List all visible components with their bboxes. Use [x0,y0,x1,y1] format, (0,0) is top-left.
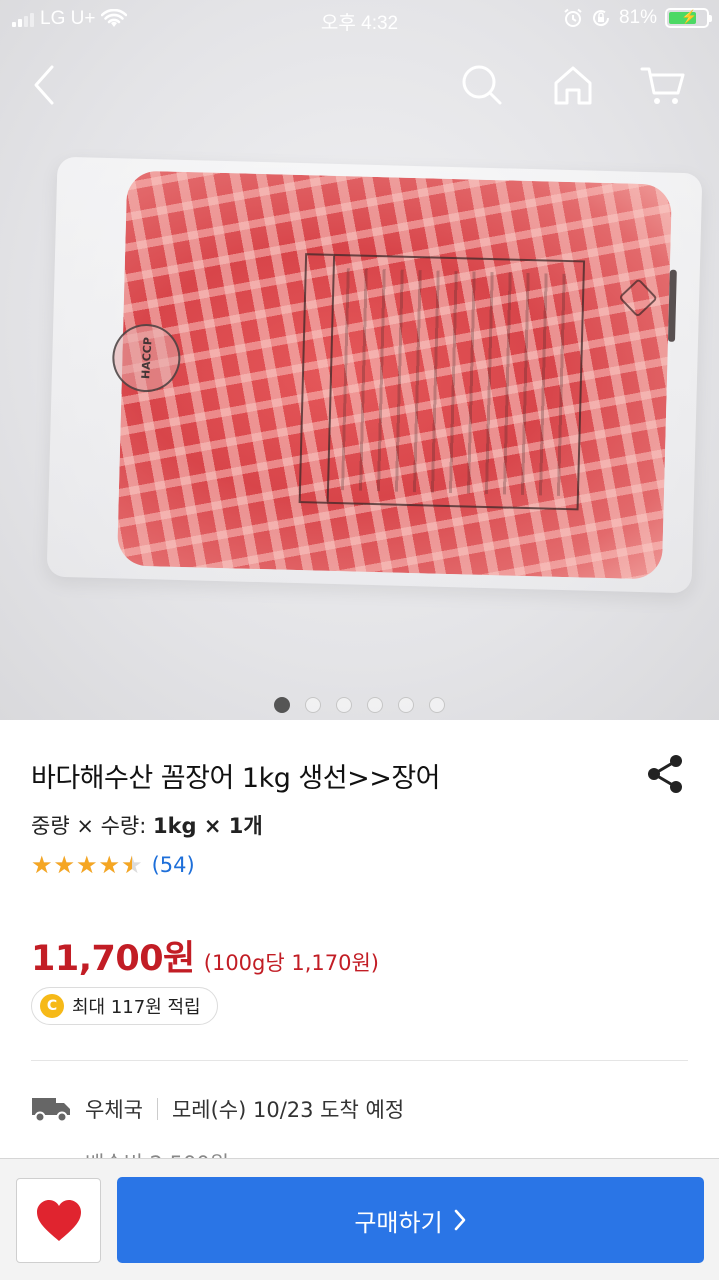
buy-label: 구매하기 [354,1208,443,1237]
battery-icon: ⚡ [665,8,712,28]
heart-icon [36,1199,81,1241]
buy-button[interactable]: 구매하기 [117,1177,704,1263]
shipping-carrier: 우체국 [85,1098,143,1122]
carousel-dot[interactable] [336,697,352,713]
search-button[interactable] [452,55,512,115]
unit-price: (100g당 1,170원) [203,951,379,975]
carousel-dot[interactable] [274,697,290,713]
charging-icon: ⚡ [681,9,698,24]
coin-icon: C [40,994,64,1018]
rating[interactable]: ★★★★★ ★★★★★ (54) [31,853,195,877]
product-title: 바다해수산 꼼장어 1kg 생선>>장어 [31,763,441,794]
search-icon [462,65,502,105]
alarm-icon [564,8,582,27]
eel-meat-image [116,170,677,580]
product-image-carousel[interactable]: HACCP LG U+ 오후 4:32 81% ⚡ [0,0,719,720]
rating-stars: ★★★★★ ★★★★★ [31,851,144,879]
home-icon [554,66,592,105]
option-summary: 중량 × 수량: 1kg × 1개 [31,810,263,840]
arrival-estimate: 모레(수) 10/23 도착 예정 [171,1098,405,1122]
carousel-dot[interactable] [398,697,414,713]
carousel-dot[interactable] [367,697,383,713]
carousel-pagination [0,697,719,713]
option-value: 1kg × 1개 [152,814,263,838]
reward-badge: C 최대 117원 적립 [31,987,218,1025]
shipping-info: 우체국 모레(수) 10/23 도착 예정 [31,1094,404,1124]
price-row: 11,700원 (100g당 1,170원) [31,930,379,981]
wishlist-button[interactable] [16,1178,101,1263]
cart-button[interactable] [633,55,693,115]
review-count[interactable]: (54) [152,853,195,877]
share-icon [648,755,682,793]
back-button[interactable] [14,55,74,115]
divider [31,1060,688,1061]
truck-icon [32,1098,70,1123]
share-button[interactable] [642,750,690,798]
product-photo: HACCP [46,156,703,594]
rotation-lock-icon [592,10,609,27]
package-label [298,253,586,511]
status-bar: LG U+ 오후 4:32 81% ⚡ [0,0,719,40]
product-info: 바다해수산 꼼장어 1kg 생선>>장어 중량 × 수량: 1kg × 1개 ★… [0,720,719,1176]
home-button[interactable] [543,55,603,115]
carousel-dot[interactable] [429,697,445,713]
recycle-mark [618,278,658,318]
reward-text: 최대 117원 적립 [72,997,201,1018]
chevron-left-icon [34,65,54,105]
carousel-dot[interactable] [305,697,321,713]
bottom-action-bar: 구매하기 [0,1158,719,1280]
top-navigation [0,55,719,115]
battery-percent: 81% [618,7,657,28]
cart-icon [640,67,685,104]
package-barcode [667,269,677,342]
price: 11,700원 [31,939,195,979]
chevron-right-icon [454,1209,465,1231]
option-label: 중량 × 수량: [31,814,153,838]
